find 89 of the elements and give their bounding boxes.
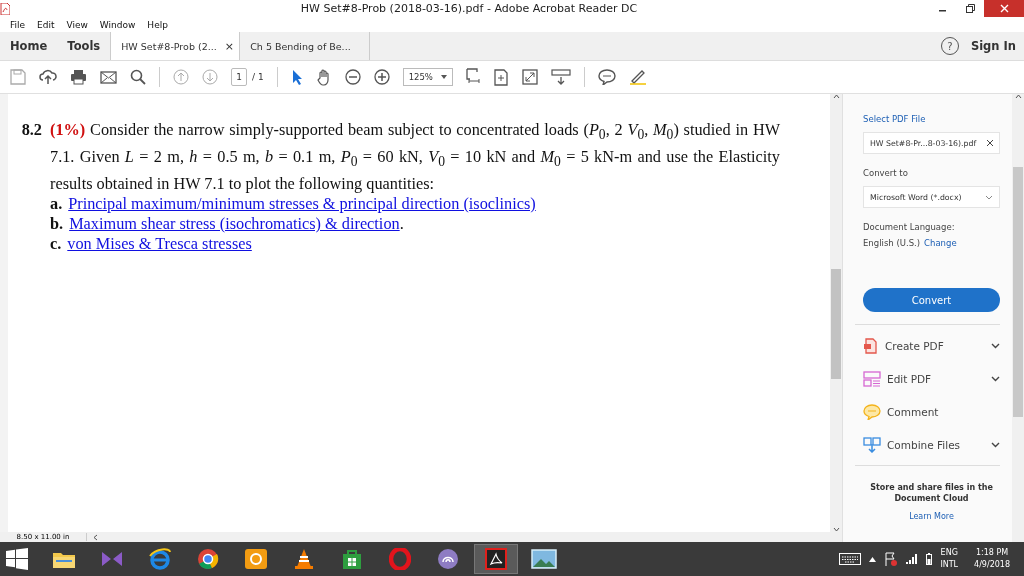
show-hidden-icon[interactable] <box>869 556 877 562</box>
envelope-icon[interactable] <box>100 70 117 84</box>
scroll-up-icon <box>832 94 840 99</box>
windows-logo-icon <box>6 548 28 570</box>
task-link[interactable]: Principal maximum/minimum stresses & principal direction (isoclinics) <box>68 194 536 213</box>
layout-icon <box>863 370 881 387</box>
clear-icon <box>987 140 993 146</box>
ball-icon <box>197 548 219 570</box>
problem-text: (1%) Consider the narrow simply-supported beam subject to concentrated loads (P$_{0}$, 2 V$_{0}$, M$_{0}$) studied in HW 7.1. Given L = 2 m, h = 0.5 m, b = 0.1 m, P$_{0}$ = 60 kN, V$_{0}$ = 10 kN and M$_{0}$ = 5 kN-m and use the Elasticity results obtained in HW 7.1 to plot the following quantities: <box>50 119 780 194</box>
bow-tie-icon <box>100 549 124 569</box>
convert-to-label: Convert to <box>863 168 909 178</box>
tool-item[interactable]: Combine Files <box>863 428 1000 461</box>
learn-more-link[interactable]: Learn More <box>863 512 1000 521</box>
zoom-out-icon[interactable] <box>344 69 361 85</box>
flag-icon[interactable] <box>884 552 899 566</box>
pen-icon[interactable] <box>628 69 647 85</box>
full-screen-icon[interactable] <box>521 69 538 85</box>
battery-icon[interactable] <box>926 553 933 565</box>
zoom-in-icon[interactable] <box>373 69 390 85</box>
search-icon[interactable] <box>130 69 146 85</box>
scroll-up-icon <box>1014 94 1022 99</box>
landscape-icon <box>531 549 557 569</box>
traffic-cone-icon <box>294 548 314 570</box>
speech-bubble-icon <box>863 403 881 420</box>
cloud-promo-text: Store and share files in the Document Cloud <box>869 482 994 504</box>
list-letter: b. <box>50 214 64 234</box>
problem-number: 8.2 <box>20 119 43 141</box>
swirl-icon <box>437 548 459 570</box>
scroll-left-icon <box>93 533 98 541</box>
chevron-down-icon <box>991 342 1000 349</box>
upload-cloud-icon[interactable] <box>39 69 57 85</box>
close-icon <box>999 4 1009 13</box>
restore-icon <box>965 4 975 13</box>
signal-icon[interactable] <box>906 554 919 564</box>
close-button[interactable] <box>984 0 1024 17</box>
scroll-mode-icon[interactable] <box>550 69 571 85</box>
clock[interactable]: 1:18 PM 4/9/2018 <box>974 547 1010 571</box>
menu-item[interactable]: File <box>4 19 32 30</box>
hand-icon[interactable] <box>315 68 332 86</box>
language-value: English (U.S.) <box>863 238 921 248</box>
list-letter: a. <box>50 194 63 214</box>
letter-e-icon <box>148 548 172 570</box>
zoom-dropdown[interactable]: 125% <box>402 68 453 86</box>
fit-width-icon[interactable] <box>492 68 509 86</box>
page-number-field[interactable]: 1 <box>231 68 247 86</box>
scrollbar-thumb[interactable] <box>831 269 841 379</box>
convert-button[interactable]: Convert <box>863 288 1000 312</box>
caret-icon <box>440 75 447 79</box>
tool-item[interactable]: Edit PDF <box>863 362 1000 395</box>
pane-scrollbar[interactable] <box>1012 94 1024 542</box>
print-icon[interactable] <box>70 69 87 85</box>
start-button[interactable] <box>6 548 28 570</box>
window-title: HW Set#8-Prob (2018-03-16).pdf - Adobe Acrobat Reader DC <box>299 2 639 15</box>
input-language-button[interactable]: ENG INTL <box>940 547 959 571</box>
scrollbar-thumb[interactable] <box>1013 167 1023 417</box>
chevron-down-icon <box>991 375 1000 382</box>
keyboard-icon[interactable] <box>839 553 862 565</box>
sign-in-link[interactable]: Sign In <box>970 32 1016 60</box>
nav-tab[interactable]: Home <box>0 32 58 60</box>
chevron-down-icon <box>991 441 1000 448</box>
menu-item[interactable]: Edit <box>31 19 61 30</box>
file-icon <box>863 337 879 354</box>
taskbar-app-button[interactable] <box>474 544 518 574</box>
scroll-down-icon <box>832 527 840 532</box>
language-label: Document Language: <box>863 222 956 232</box>
vertical-scrollbar[interactable] <box>830 94 842 532</box>
task-link[interactable]: von Mises & Tresca stresses <box>67 234 252 253</box>
combine-files-icon <box>863 436 881 453</box>
menu-item[interactable]: Help <box>141 19 174 30</box>
task-link[interactable]: Maximum shear stress (isochromatics) & direction <box>69 214 400 233</box>
page-count: / 1 <box>252 72 264 82</box>
menu-item[interactable]: Window <box>93 19 142 30</box>
fit-page-icon[interactable] <box>465 68 480 86</box>
tool-item[interactable]: Comment <box>863 395 1000 428</box>
chevron-down-icon <box>985 194 993 200</box>
document-tab[interactable]: HW Set#8-Prob (2... × <box>110 32 241 60</box>
ring-icon <box>389 548 411 570</box>
tool-item[interactable]: Create PDF <box>863 329 1000 362</box>
link-trailing-text: . <box>399 214 404 233</box>
select-file-link[interactable]: Select PDF File <box>863 114 1000 124</box>
rounded-square-icon <box>244 548 268 570</box>
list-letter: c. <box>50 234 62 254</box>
shopping-bag-icon <box>341 548 363 570</box>
pointer-icon[interactable] <box>290 69 303 85</box>
speech-bubble-icon[interactable] <box>597 69 616 85</box>
nav-tab[interactable]: Tools <box>57 32 111 60</box>
change-link[interactable]: Change <box>924 238 957 248</box>
acrobat-icon <box>485 548 507 570</box>
menu-item[interactable]: View <box>60 19 94 30</box>
